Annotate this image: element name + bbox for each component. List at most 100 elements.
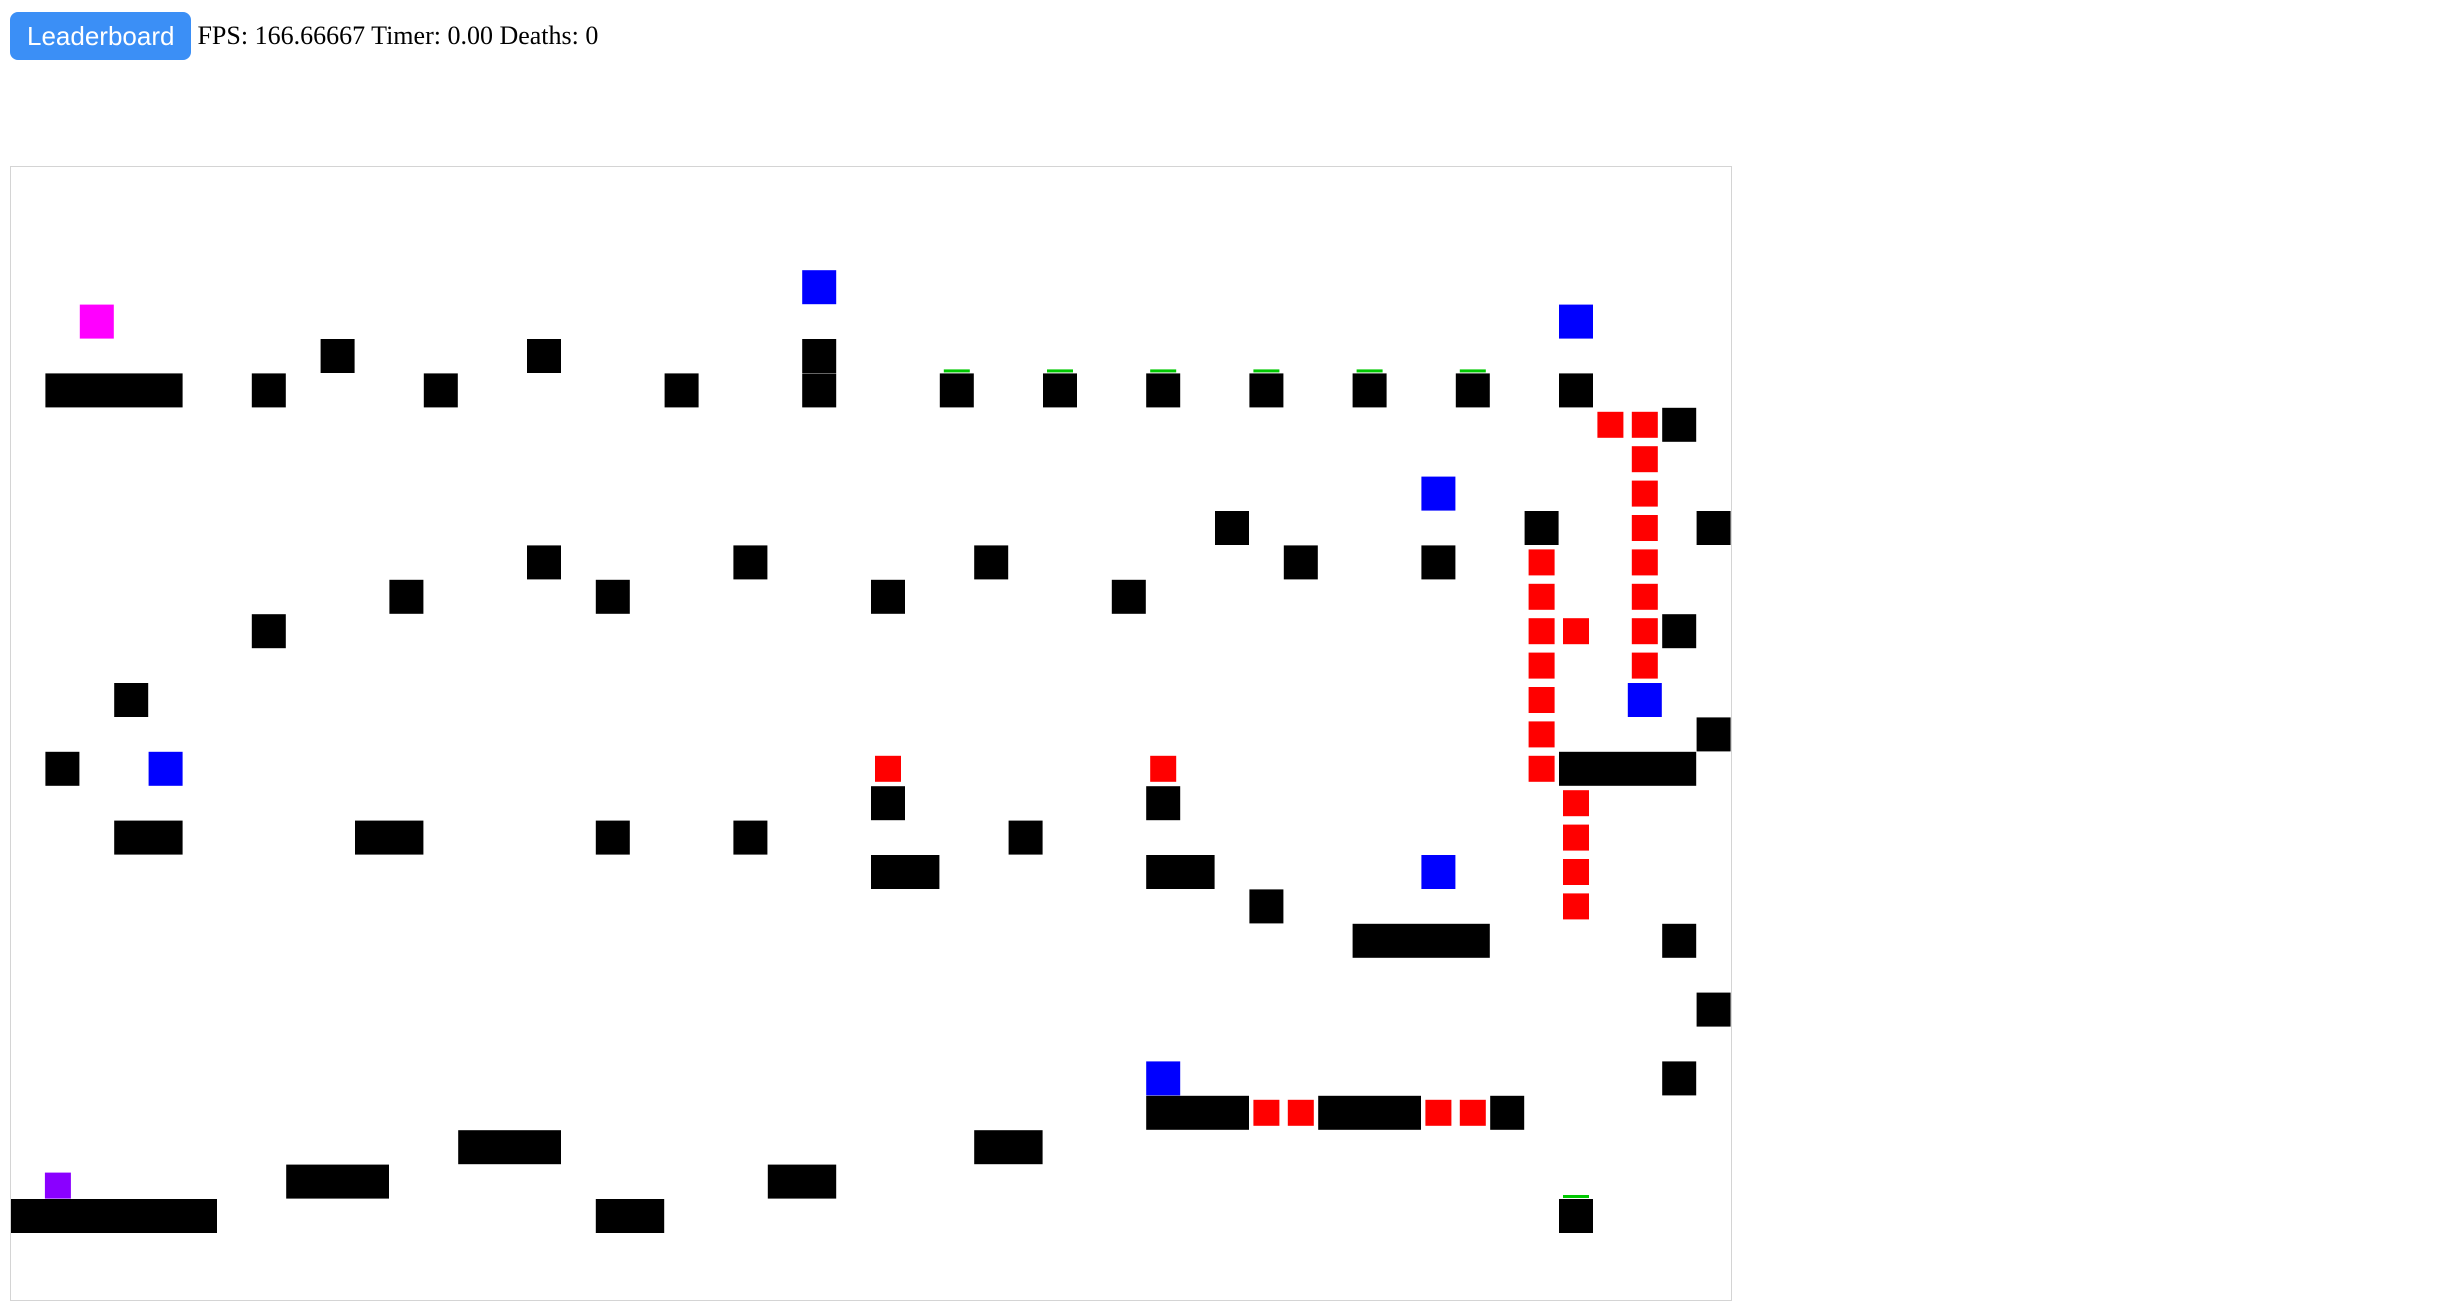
platform-block (1249, 889, 1284, 924)
platform-block (595, 1199, 665, 1233)
hazard-block (1563, 824, 1589, 851)
fps-value: 166.66667 (254, 21, 366, 50)
hazard-block (1631, 618, 1658, 645)
platform-block (802, 373, 837, 408)
platform-block (1249, 373, 1284, 408)
platform-block (1490, 1095, 1525, 1130)
platform-block (1318, 1095, 1421, 1130)
deaths-label: Deaths: (499, 21, 579, 50)
platform-block (733, 545, 768, 580)
checkpoint-block (1627, 683, 1662, 717)
platform-block (1696, 992, 1731, 1027)
platform-block (389, 579, 424, 614)
platform-block (114, 683, 149, 717)
platform-block (45, 373, 183, 408)
checkpoint-block (1421, 476, 1456, 511)
platform-block (1696, 717, 1731, 752)
platform-block (320, 339, 355, 373)
hazard-block (1563, 859, 1589, 885)
platform-block (871, 786, 905, 821)
deaths-value: 0 (585, 21, 599, 50)
platform-block (1283, 545, 1318, 580)
hazard-block (1425, 1099, 1452, 1126)
platform-block (355, 820, 424, 855)
platform-block (1146, 855, 1215, 889)
platform-block (45, 751, 80, 786)
platform-block (1662, 923, 1697, 958)
platform-block (1043, 373, 1077, 408)
timer-label: Timer: (371, 21, 441, 50)
stats-readout: FPS: 166.66667 Timer: 0.00 Deaths: 0 (197, 21, 598, 51)
hazard-block (1459, 1099, 1486, 1126)
platform-block (1352, 373, 1387, 408)
platform-block (1662, 407, 1697, 442)
hazard-block (1631, 515, 1658, 541)
hazard-block (875, 755, 901, 782)
level-layer (11, 270, 1731, 1233)
hazard-block (1563, 618, 1589, 645)
platform-block (1662, 614, 1697, 649)
platform-block (871, 579, 905, 614)
platform-block (1559, 373, 1593, 408)
hazard-block (1631, 446, 1658, 473)
platform-block (1696, 511, 1731, 545)
platform-block (1662, 1061, 1697, 1096)
platform-block (1215, 511, 1249, 545)
platform-block (939, 373, 974, 408)
bounce-pad (1356, 369, 1383, 373)
hazard-block (1631, 652, 1658, 679)
hazard-block (1631, 549, 1658, 576)
hazard-block (1631, 411, 1658, 438)
hazard-block (1528, 652, 1555, 679)
platform-block (458, 1130, 561, 1165)
top-bar: Leaderboard FPS: 166.66667 Timer: 0.00 D… (10, 12, 598, 60)
platform-block (1524, 511, 1559, 545)
platform-block (1111, 579, 1146, 614)
platform-block (527, 545, 561, 580)
platform-block (1008, 820, 1043, 855)
checkpoint-block (148, 751, 183, 786)
platform-block (251, 373, 286, 408)
platform-block (802, 339, 837, 373)
platform-block (114, 820, 183, 855)
platform-block (251, 614, 286, 649)
fps-label: FPS: (197, 21, 249, 50)
hazard-block (1150, 755, 1177, 782)
goal-block (79, 304, 114, 339)
platform-block (595, 820, 630, 855)
hazard-block (1597, 411, 1624, 438)
leaderboard-button[interactable]: Leaderboard (10, 12, 192, 60)
hazard-block (1528, 755, 1555, 782)
game-canvas[interactable] (10, 166, 1732, 1301)
hazard-block (1528, 687, 1555, 713)
hazard-block (1528, 618, 1555, 645)
platform-block (1352, 923, 1490, 958)
bounce-pad (943, 369, 970, 373)
timer-value: 0.00 (447, 21, 493, 50)
platform-block (1146, 1095, 1249, 1130)
bounce-pad (1253, 369, 1280, 373)
platform-block (527, 339, 561, 373)
platform-block (974, 1130, 1043, 1165)
platform-block (664, 373, 699, 408)
platform-block (1455, 373, 1490, 408)
platform-block (1559, 1199, 1593, 1233)
checkpoint-block (802, 270, 837, 305)
hazard-block (1253, 1099, 1280, 1126)
platform-block (733, 820, 768, 855)
bounce-pad (1459, 369, 1486, 373)
hazard-block (1631, 583, 1658, 610)
platform-block (1146, 373, 1181, 408)
platform-block (423, 373, 458, 408)
hazard-block (1528, 583, 1555, 610)
player (44, 1172, 71, 1199)
checkpoint-block (1559, 304, 1593, 339)
platform-block (767, 1164, 837, 1199)
platform-block (595, 579, 630, 614)
bounce-pad (1047, 369, 1073, 373)
platform-block (1559, 751, 1697, 786)
hazard-block (1563, 893, 1589, 920)
platform-block (974, 545, 1009, 580)
hazard-block (1563, 790, 1589, 817)
platform-block (286, 1164, 389, 1199)
